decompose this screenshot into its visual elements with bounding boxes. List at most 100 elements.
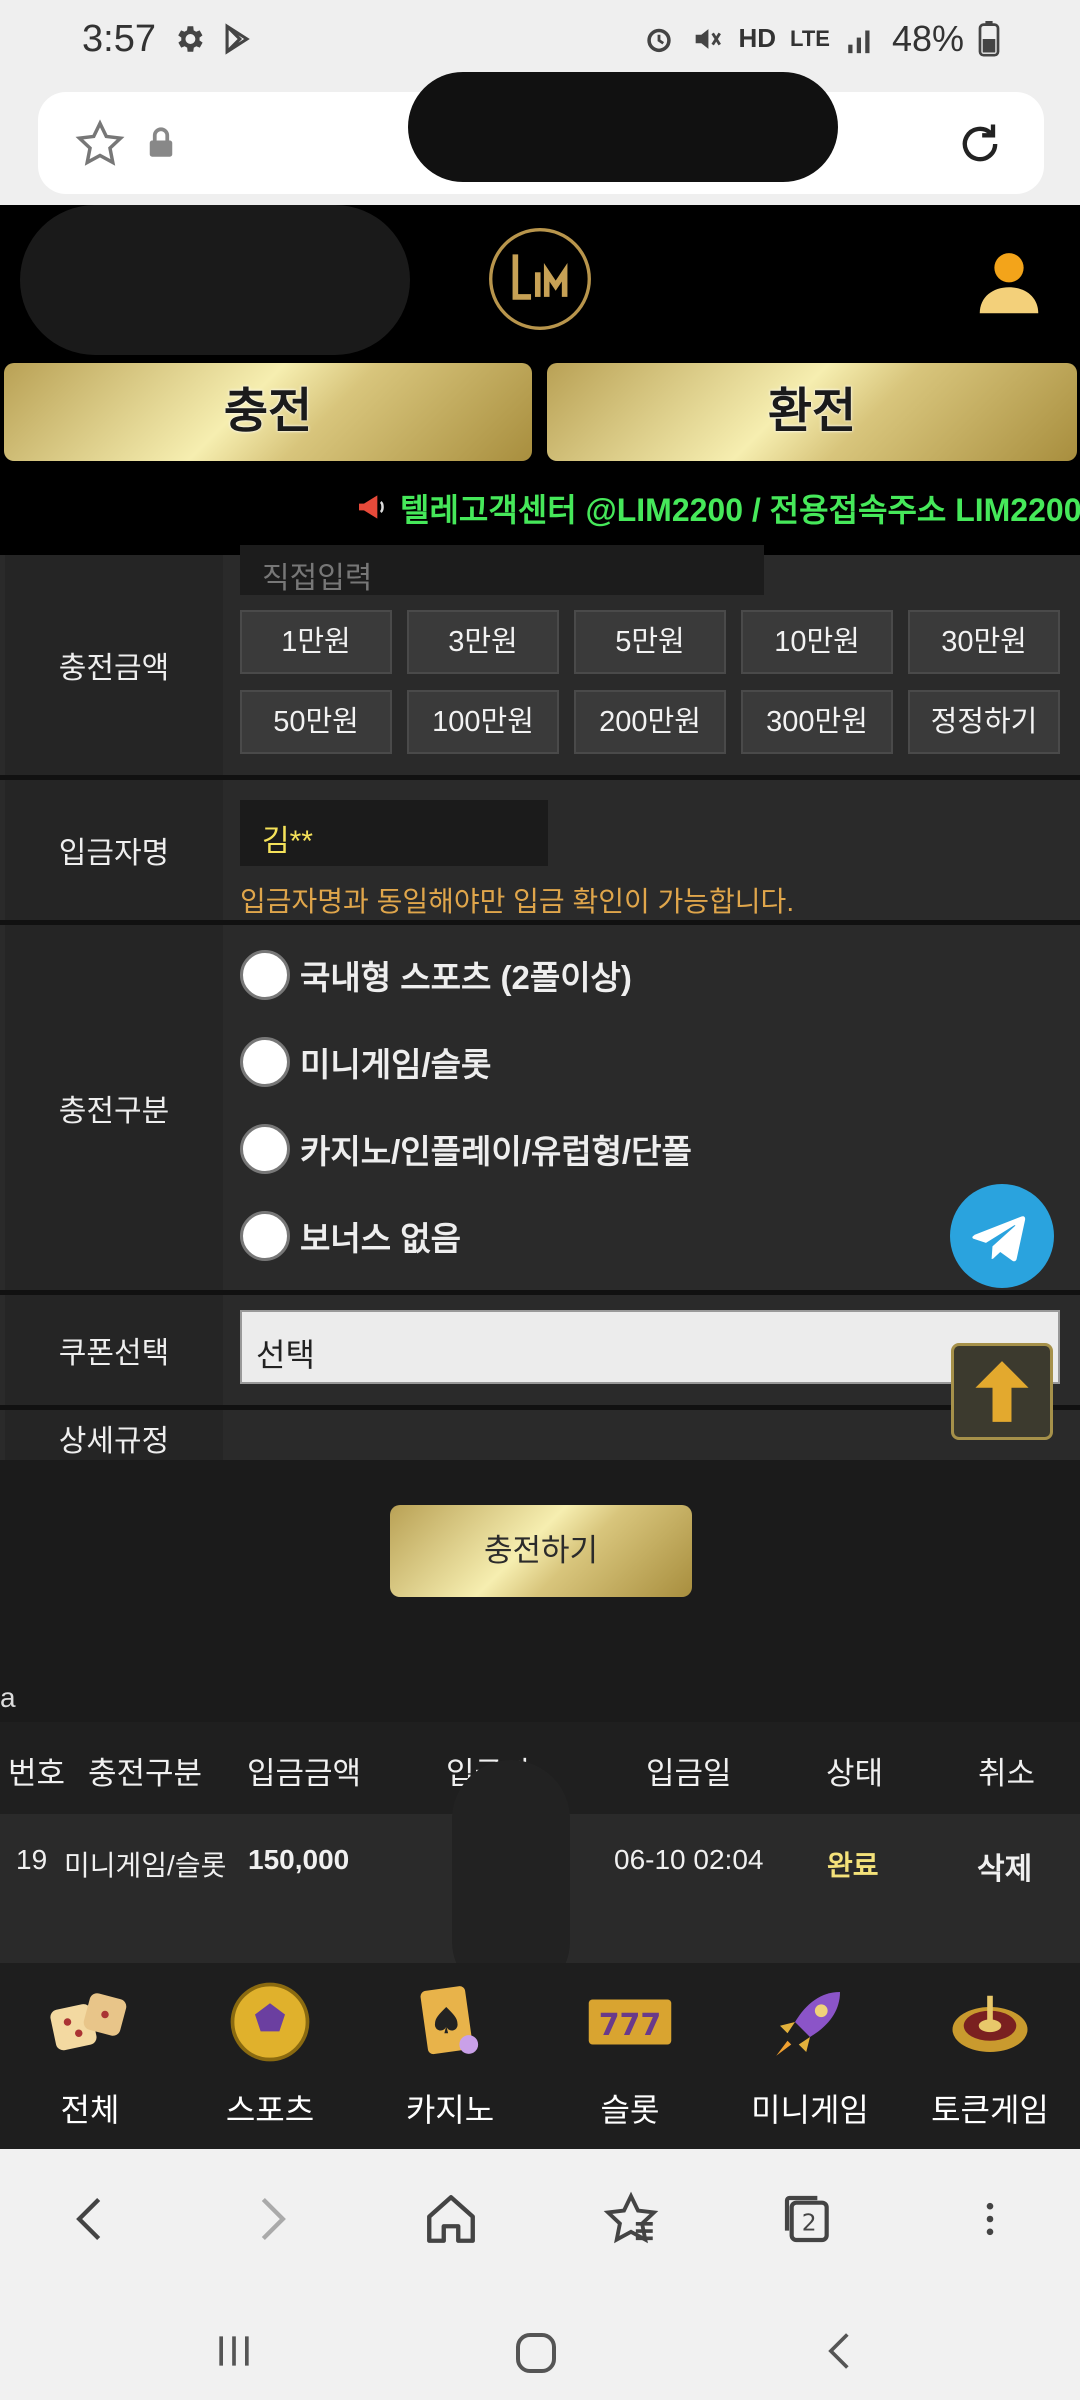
- home-icon[interactable]: [422, 2189, 480, 2249]
- lock-icon: [149, 127, 173, 157]
- depositor-row: 입금자명 김** 입금자명과 동일해야만 입금 확인이 가능합니다.: [0, 780, 1080, 920]
- reload-icon[interactable]: [954, 118, 1006, 170]
- telegram-button[interactable]: [950, 1184, 1054, 1288]
- amount-button[interactable]: 200만원: [574, 690, 726, 754]
- telegram-icon: [972, 1216, 1026, 1262]
- recent-apps-icon[interactable]: [212, 2329, 256, 2373]
- redacted-url: [408, 72, 838, 182]
- rules-label: 상세규정: [5, 1410, 223, 1460]
- column-header: 입금일: [646, 1756, 732, 1791]
- nav-sports[interactable]: 스포츠: [180, 1963, 360, 2149]
- game-category-nav: 전체 스포츠 카지노 777 슬롯 미니게임 토큰게임: [0, 1963, 1080, 2149]
- system-back-icon[interactable]: [818, 2329, 862, 2373]
- nav-casino[interactable]: 카지노: [360, 1963, 540, 2149]
- user-profile-icon[interactable]: [970, 245, 1048, 323]
- nav-token-game[interactable]: 토큰게임: [900, 1963, 1080, 2149]
- coupon-label: 쿠폰선택: [5, 1295, 223, 1405]
- charge-type-option[interactable]: 미니게임/슬롯: [240, 1037, 491, 1087]
- megaphone-icon: [359, 495, 384, 519]
- history-caption: a: [0, 1682, 16, 1713]
- radio-button[interactable]: [240, 1124, 290, 1174]
- nav-all[interactable]: 전체: [0, 1963, 180, 2149]
- column-header: 번호: [8, 1756, 66, 1791]
- scroll-to-top-button[interactable]: [951, 1343, 1053, 1440]
- dice-icon: [50, 1993, 127, 2051]
- status-time: 3:57: [82, 18, 156, 60]
- amount-button[interactable]: 30만원: [908, 610, 1060, 674]
- charge-type-option[interactable]: 카지노/인플레이/유럽형/단폴: [240, 1124, 692, 1174]
- coupon-select[interactable]: 선택: [240, 1310, 1060, 1384]
- row-date: 06-10 02:04: [614, 1844, 764, 1875]
- submit-charge-button[interactable]: 충전하기: [390, 1505, 692, 1597]
- depositor-content: 김** 입금자명과 동일해야만 입금 확인이 가능합니다.: [228, 780, 1076, 920]
- bookmark-star-icon[interactable]: [74, 118, 126, 170]
- column-header: 충전구분: [88, 1756, 203, 1791]
- charge-type-option[interactable]: 국내형 스포츠 (2폴이상): [240, 950, 632, 1000]
- play-store-icon: [225, 23, 250, 55]
- status-badge: 완료: [827, 1850, 879, 1881]
- site-header: [0, 205, 1080, 355]
- radio-button[interactable]: [240, 1037, 290, 1087]
- nav-label: 카지노: [405, 2092, 495, 2128]
- depositor-note: 입금자명과 동일해야만 입금 확인이 가능합니다.: [240, 886, 795, 917]
- amount-button[interactable]: 3만원: [407, 610, 559, 674]
- amount-button[interactable]: 300만원: [741, 690, 893, 754]
- amount-button[interactable]: 5만원: [574, 610, 726, 674]
- charge-type-option-label: 보너스 없음: [300, 1220, 461, 1257]
- radio-button[interactable]: [240, 950, 290, 1000]
- charge-type-options: 국내형 스포츠 (2폴이상) 미니게임/슬롯 카지노/인플레이/유럽형/단폴 보…: [228, 925, 1076, 1290]
- column-header: 입금금액: [247, 1756, 362, 1791]
- row-number: 19: [16, 1844, 48, 1875]
- lim-logo[interactable]: [484, 223, 596, 335]
- more-menu-icon[interactable]: [968, 2189, 1012, 2249]
- charge-type-option-label: 국내형 스포츠 (2폴이상): [300, 959, 632, 996]
- home-button-icon[interactable]: [512, 2329, 560, 2377]
- charge-tab-button[interactable]: 충전: [4, 363, 532, 461]
- system-navigation-bar: [0, 2299, 1080, 2400]
- browser-address-bar: [0, 72, 1080, 205]
- mute-icon: [696, 29, 722, 49]
- hd-voice-badge: HD: [738, 23, 777, 54]
- back-icon[interactable]: [64, 2189, 116, 2249]
- tabs-icon[interactable]: 2: [780, 2189, 836, 2249]
- playing-cards-icon: [420, 1986, 479, 2055]
- nav-label: 토큰게임: [931, 2092, 1049, 2128]
- coupon-row: 쿠폰선택 선택: [0, 1295, 1080, 1405]
- depositor-input[interactable]: 김**: [240, 800, 548, 866]
- depositor-label: 입금자명: [5, 780, 223, 920]
- svg-text:2: 2: [802, 2209, 817, 2237]
- amount-button[interactable]: 10만원: [741, 610, 893, 674]
- exchange-tab-button[interactable]: 환전: [547, 363, 1077, 461]
- row-type: 미니게임/슬롯: [64, 1850, 227, 1881]
- status-right-group: HD LTE 48%: [642, 18, 1000, 60]
- lte-badge: LTE: [790, 26, 830, 51]
- roulette-icon: [952, 1995, 1028, 2052]
- redacted-menu-area: [20, 205, 410, 355]
- charge-type-option[interactable]: 보너스 없음: [240, 1211, 461, 1261]
- ticker-text: 텔레고객센터 @LIM2200 / 전용접속주소 LIM2200.: [400, 492, 1080, 528]
- svg-text:777: 777: [599, 2008, 662, 2043]
- reset-amount-button[interactable]: 정정하기: [908, 690, 1060, 754]
- notice-ticker: 텔레고객센터 @LIM2200 / 전용접속주소 LIM2200.: [0, 465, 1080, 555]
- action-button-row: 충전 환전: [0, 355, 1080, 465]
- amount-button[interactable]: 50만원: [240, 690, 392, 754]
- status-bar: 3:57 HD LTE 48%: [0, 0, 1080, 80]
- browser-bottom-bar: 2: [0, 2149, 1080, 2299]
- amount-button[interactable]: 100만원: [407, 690, 559, 754]
- nav-minigame[interactable]: 미니게임: [720, 1963, 900, 2149]
- forward-icon[interactable]: [246, 2189, 298, 2249]
- amount-button[interactable]: 1만원: [240, 610, 392, 674]
- nav-slot[interactable]: 777 슬롯: [540, 1963, 720, 2149]
- url-field[interactable]: [38, 72, 1044, 194]
- alarm-icon: [647, 28, 672, 53]
- charge-type-row: 충전구분 국내형 스포츠 (2폴이상) 미니게임/슬롯 카지노/인플레이/유럽형…: [0, 925, 1080, 1290]
- battery-percent: 48%: [891, 18, 964, 59]
- signal-icon: [848, 30, 870, 54]
- bookmarks-icon[interactable]: [602, 2189, 660, 2249]
- charge-type-label: 충전구분: [5, 925, 223, 1290]
- amount-input[interactable]: 직접입력: [240, 545, 764, 595]
- radio-button[interactable]: [240, 1211, 290, 1261]
- charge-type-option-label: 미니게임/슬롯: [300, 1046, 492, 1083]
- delete-button[interactable]: 삭제: [977, 1844, 1032, 1888]
- coupon-content: 선택: [228, 1295, 1076, 1405]
